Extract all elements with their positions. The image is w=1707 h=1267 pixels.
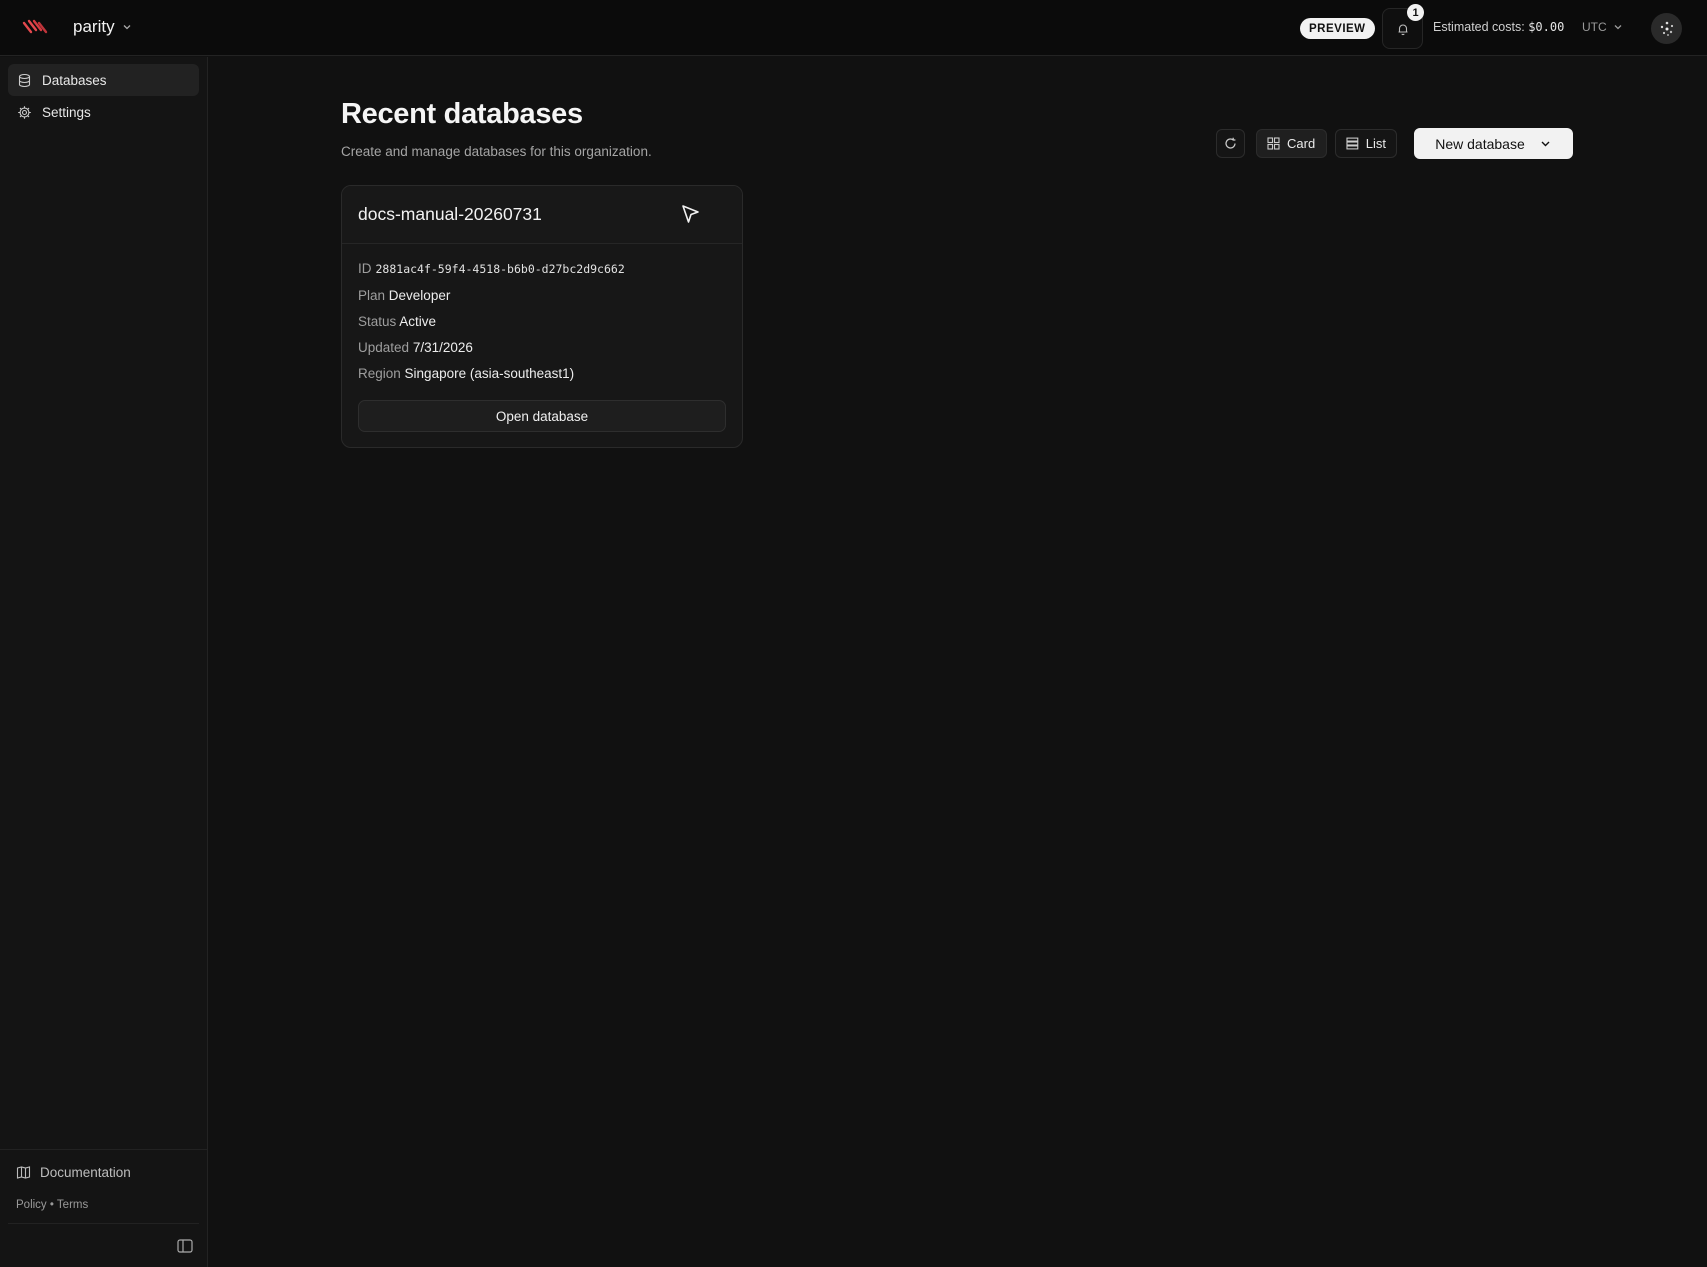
card-view-label: Card [1287,136,1316,151]
timezone-selector[interactable]: UTC [1582,20,1624,34]
timezone-label: UTC [1582,20,1607,34]
database-region-row: Region Singapore (asia-southeast1) [358,366,574,381]
plan-label: Plan [358,288,386,303]
avatar-pattern-icon [1660,21,1673,36]
divider [0,1149,207,1150]
status-value: Active [399,314,437,329]
status-label: Status [358,314,397,329]
gear-icon [18,105,31,119]
page-subtitle: Create and manage databases for this org… [341,144,652,159]
chevron-down-icon [1541,141,1550,147]
list-icon [1346,137,1359,150]
terms-link[interactable]: Terms [57,1199,88,1211]
preview-badge: PREVIEW [1300,18,1375,39]
database-card-header: docs-manual-20260731 [342,186,742,244]
parity-logo-icon[interactable] [22,17,48,39]
sidebar: Databases Settings Documentation Policy … [0,57,208,1267]
documentation-link[interactable]: Documentation [16,1165,131,1180]
sidebar-item-label: Databases [42,72,107,88]
id-value: 2881ac4f-59f4-4518-b6b0-d27bc2d9c662 [375,262,625,276]
costs-value: $0.00 [1528,20,1565,34]
separator: • [49,1199,54,1211]
bell-icon [1398,23,1407,35]
sidebar-toggle-icon[interactable] [176,1237,194,1255]
chevron-down-icon [123,25,131,30]
org-switcher[interactable]: parity [73,17,133,37]
database-icon [18,73,31,87]
cursor-pointer-icon [682,205,699,223]
divider [8,1223,199,1224]
card-view-button[interactable]: Card [1256,129,1327,158]
updated-label: Updated [358,340,410,355]
list-view-label: List [1365,136,1386,151]
list-view-button[interactable]: List [1335,129,1397,158]
region-value: Singapore (asia-southeast1) [404,366,575,381]
database-updated-row: Updated 7/31/2026 [358,340,473,355]
estimated-costs: Estimated costs: $0.00 [1433,20,1564,34]
sidebar-item-settings[interactable]: Settings [8,96,199,128]
refresh-icon [1225,137,1236,149]
plan-value: Developer [388,288,451,303]
database-plan-row: Plan Developer [358,288,450,303]
database-card: docs-manual-20260731 ID 2881ac4f-59f4-451… [341,185,743,448]
policy-link[interactable]: Policy [16,1199,47,1211]
open-database-button[interactable]: Open database [358,400,726,432]
org-name: parity [73,17,115,36]
refresh-button[interactable] [1216,129,1245,158]
page-title: Recent databases [341,98,583,130]
legal-links: Policy • Terms [16,1199,88,1211]
sidebar-item-databases[interactable]: Databases [8,64,199,96]
database-name: docs-manual-20260731 [358,204,542,224]
sidebar-item-label: Settings [42,104,91,120]
database-status-row: Status Active [358,314,436,329]
id-label: ID [358,261,372,276]
new-database-label: New database [1435,135,1525,152]
updated-value: 7/31/2026 [412,340,473,355]
documentation-label: Documentation [40,1165,131,1180]
chevron-down-icon [1614,25,1622,30]
database-id-row: ID 2881ac4f-59f4-4518-b6b0-d27bc2d9c662 [358,261,625,276]
new-database-button[interactable]: New database [1414,128,1573,159]
book-icon [16,1166,31,1179]
notification-count-badge: 1 [1407,4,1424,21]
top-bar: parity PREVIEW 1 Estimated costs: $0.00 … [0,0,1707,56]
region-label: Region [358,366,401,381]
costs-label: Estimated costs: [1433,20,1525,34]
user-avatar[interactable] [1651,13,1682,44]
grid-icon [1267,137,1280,150]
